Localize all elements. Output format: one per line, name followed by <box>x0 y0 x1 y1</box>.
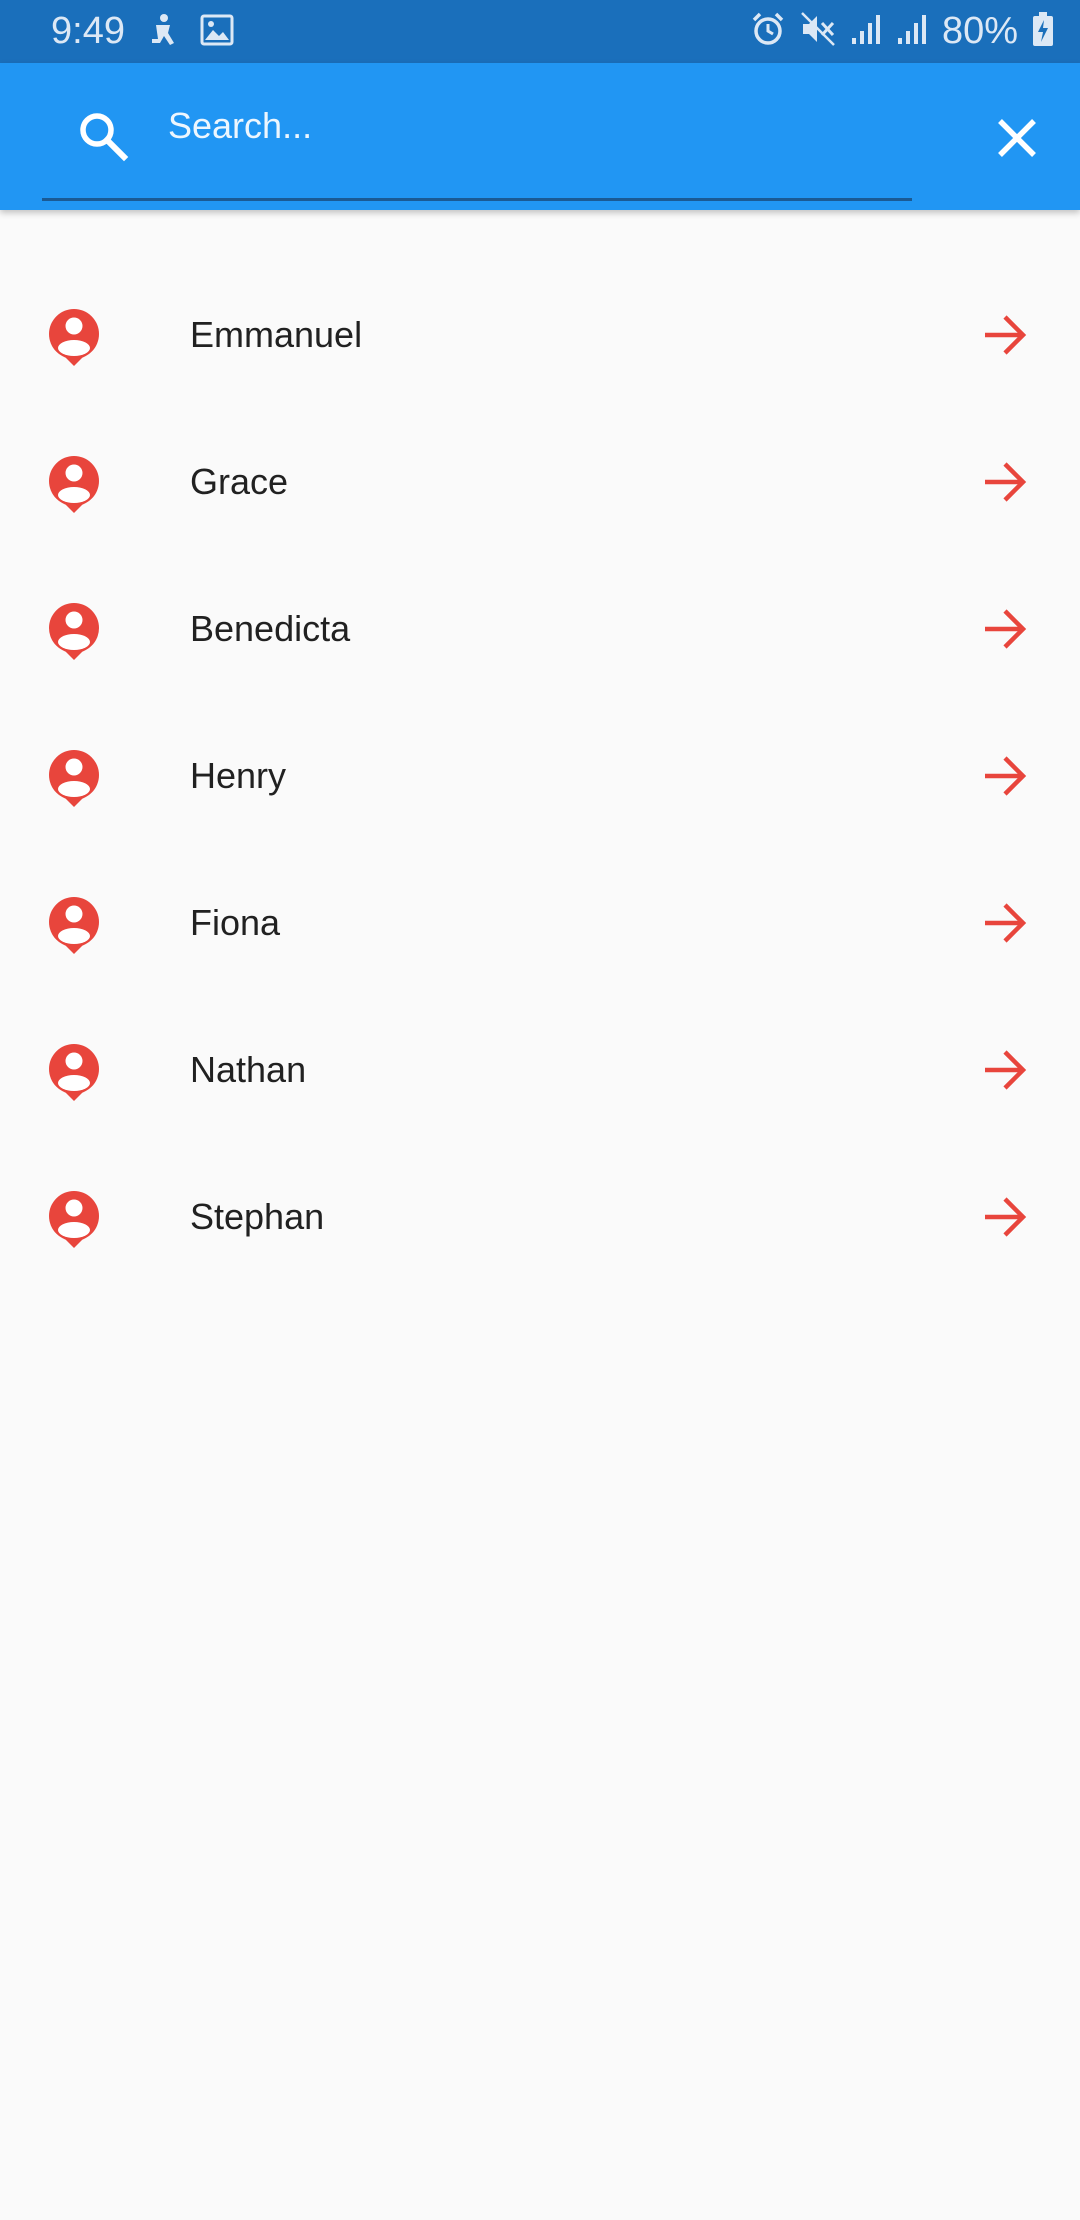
search-input[interactable] <box>168 93 868 159</box>
status-right-icons: 80% <box>750 8 1054 55</box>
status-bar: 9:49 80% <box>0 0 1080 63</box>
list-item[interactable]: Benedicta <box>0 556 1080 703</box>
list-item[interactable]: Grace <box>0 409 1080 556</box>
person-pin-icon <box>47 1042 101 1102</box>
close-icon[interactable] <box>994 115 1040 161</box>
arrow-forward-icon[interactable] <box>982 900 1028 946</box>
arrow-forward-icon[interactable] <box>982 459 1028 505</box>
accessibility-icon <box>148 13 178 52</box>
people-list: Emmanuel Grace Benedicta Henry Fiona Nat… <box>0 262 1080 1291</box>
image-icon <box>200 14 234 51</box>
person-pin-icon <box>47 1189 101 1249</box>
person-pin-icon <box>47 895 101 955</box>
person-pin-icon <box>47 307 101 367</box>
list-item[interactable]: Emmanuel <box>0 262 1080 409</box>
mute-icon <box>800 11 836 52</box>
search-icon <box>76 109 132 165</box>
list-item[interactable]: Fiona <box>0 850 1080 997</box>
arrow-forward-icon[interactable] <box>982 312 1028 358</box>
list-item[interactable]: Nathan <box>0 997 1080 1144</box>
search-app-bar <box>0 63 1080 210</box>
person-name: Nathan <box>190 1049 307 1090</box>
person-pin-icon <box>47 454 101 514</box>
list-item[interactable]: Henry <box>0 703 1080 850</box>
signal-icon <box>850 12 882 51</box>
search-underline <box>42 198 912 201</box>
person-name: Stephan <box>190 1196 325 1237</box>
arrow-forward-icon[interactable] <box>982 606 1028 652</box>
arrow-forward-icon[interactable] <box>982 1194 1028 1240</box>
person-name: Emmanuel <box>190 314 363 355</box>
status-time: 9:49 <box>51 10 125 52</box>
person-pin-icon <box>47 748 101 808</box>
person-name: Fiona <box>190 902 281 943</box>
person-name: Grace <box>190 461 289 502</box>
battery-percent: 80% <box>941 10 1018 52</box>
alarm-icon <box>750 11 786 52</box>
list-item[interactable]: Stephan <box>0 1144 1080 1291</box>
signal-icon <box>896 12 928 51</box>
arrow-forward-icon[interactable] <box>982 1047 1028 1093</box>
person-pin-icon <box>47 601 101 661</box>
person-name: Benedicta <box>190 608 351 649</box>
status-left-icons <box>148 12 234 52</box>
arrow-forward-icon[interactable] <box>982 753 1028 799</box>
person-name: Henry <box>190 755 287 796</box>
battery-charging-icon <box>1032 11 1054 52</box>
